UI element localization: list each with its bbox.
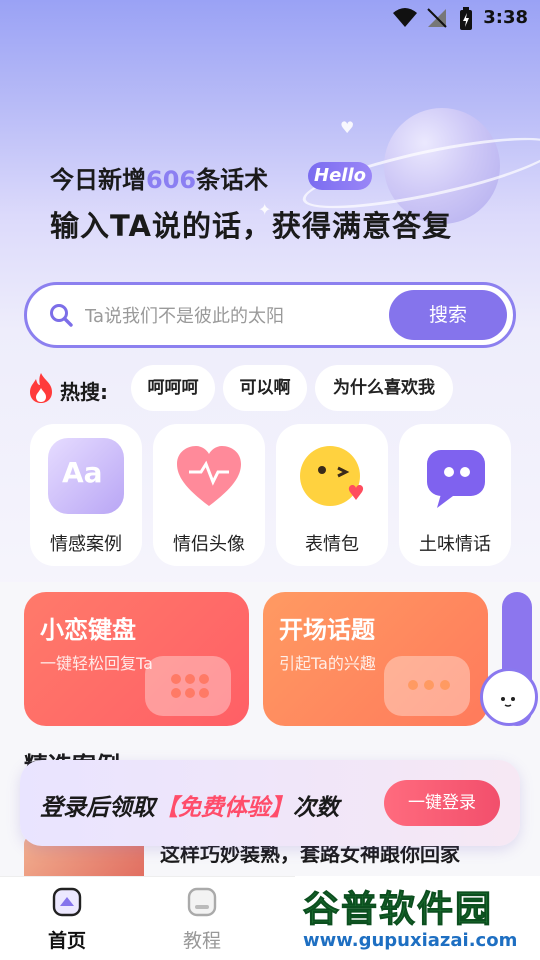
category-label: 情感案例	[50, 534, 122, 555]
keyboard-card[interactable]: 小恋键盘 一键轻松回复Ta	[24, 592, 249, 726]
mascot-icon	[501, 697, 515, 707]
banner-text: 登录后领取【免费体验】次数	[40, 788, 339, 822]
hot-chip[interactable]: 可以啊	[223, 365, 307, 411]
wifi-icon	[393, 8, 417, 27]
no-signal-icon	[427, 8, 447, 28]
emoji-icon	[300, 446, 364, 506]
opening-topic-card[interactable]: 开场话题 引起Ta的兴趣	[263, 592, 488, 726]
banner-suffix: 次数	[293, 795, 339, 821]
tab-label: 首页	[47, 930, 86, 952]
aa-icon: Aa	[48, 438, 124, 514]
keyboard-icon	[145, 656, 231, 716]
tab-tutorial[interactable]: 教程	[147, 876, 257, 960]
category-label: 表情包	[305, 534, 359, 555]
heart-icon	[177, 446, 241, 506]
category-label: 情侣头像	[173, 534, 245, 555]
card-subtitle: 一键轻松回复Ta	[40, 654, 153, 673]
card-title: 开场话题	[279, 616, 375, 644]
title-count: 606	[146, 166, 197, 194]
tab-home[interactable]: 首页	[12, 876, 122, 960]
category-label: 土味情话	[419, 534, 491, 555]
search-bar[interactable]: 搜索	[24, 282, 516, 348]
title-prefix: 今日新增	[50, 166, 146, 194]
hello-badge: Hello	[308, 162, 372, 190]
search-button[interactable]: 搜索	[389, 290, 507, 340]
search-input[interactable]	[85, 303, 385, 329]
battery-charging-icon	[460, 7, 472, 30]
site-watermark: 谷普软件园 www.gupuxiazai.com	[295, 876, 540, 960]
category-stickers[interactable]: 表情包	[276, 424, 388, 566]
watermark-name: 谷普软件园	[302, 889, 494, 931]
heart-sparkle-icon: ♥	[340, 118, 355, 137]
mascot-float-button[interactable]	[480, 668, 538, 726]
clock: 3:38	[483, 7, 528, 28]
card-title: 小恋键盘	[40, 616, 136, 644]
book-icon	[187, 887, 217, 917]
hot-chip[interactable]: 呵呵呵	[131, 365, 215, 411]
hot-chip[interactable]: 为什么喜欢我	[315, 365, 453, 411]
daily-new-title: 今日新增606条话术	[50, 160, 268, 195]
chat-bubble-icon	[427, 450, 485, 508]
hot-search-label: 热搜:	[60, 380, 108, 404]
page-subtitle: 输入TA说的话，获得满意答复	[50, 209, 452, 243]
title-suffix: 条话术	[196, 166, 269, 194]
tab-label: 教程	[182, 930, 221, 952]
category-couple-avatar[interactable]: 情侣头像	[153, 424, 265, 566]
login-banner: 登录后领取【免费体验】次数 一键登录	[20, 760, 520, 846]
category-emotion-cases[interactable]: Aa 情感案例	[30, 424, 142, 566]
home-icon	[52, 887, 82, 917]
banner-highlight: 【免费体验】	[155, 795, 293, 821]
one-click-login-button[interactable]: 一键登录	[384, 780, 500, 826]
banner-prefix: 登录后领取	[40, 795, 155, 821]
watermark-url: www.gupuxiazai.com	[303, 930, 518, 951]
speech-bubble-icon	[384, 656, 470, 716]
status-bar: 3:38	[0, 0, 540, 36]
fire-icon	[30, 373, 52, 403]
category-cheesy-lines[interactable]: 土味情话	[399, 424, 511, 566]
search-icon	[50, 304, 73, 327]
card-subtitle: 引起Ta的兴趣	[279, 654, 376, 673]
